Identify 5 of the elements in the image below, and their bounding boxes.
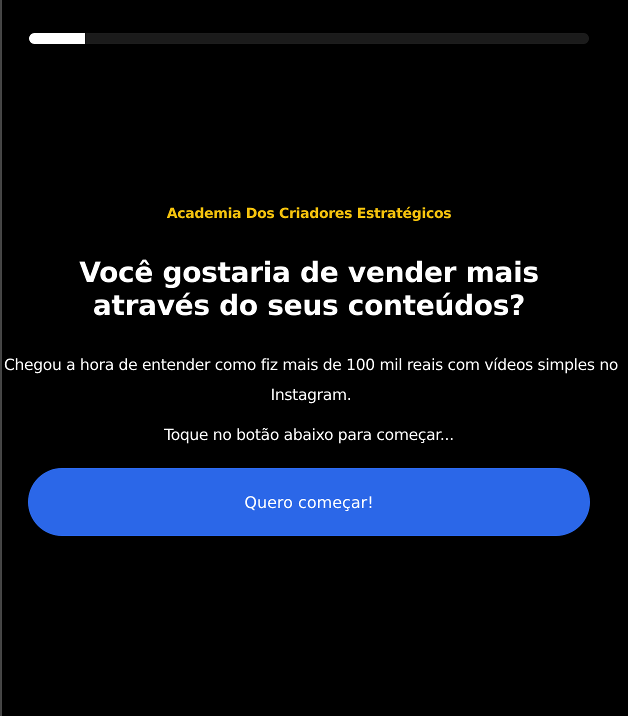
hint-text: Toque no botão abaixo para começar...: [164, 426, 454, 444]
brand-name: Academia Dos Criadores Estratégicos: [166, 206, 452, 222]
description: Chegou a hora de entender como fiz mais de 100 mil reais com vídeos simples no Instagram.: [2, 355, 620, 406]
start-button[interactable]: Quero começar!: [28, 468, 590, 536]
headline: Você gostaria de vender mais através do seus conteúdos?: [78, 256, 540, 322]
